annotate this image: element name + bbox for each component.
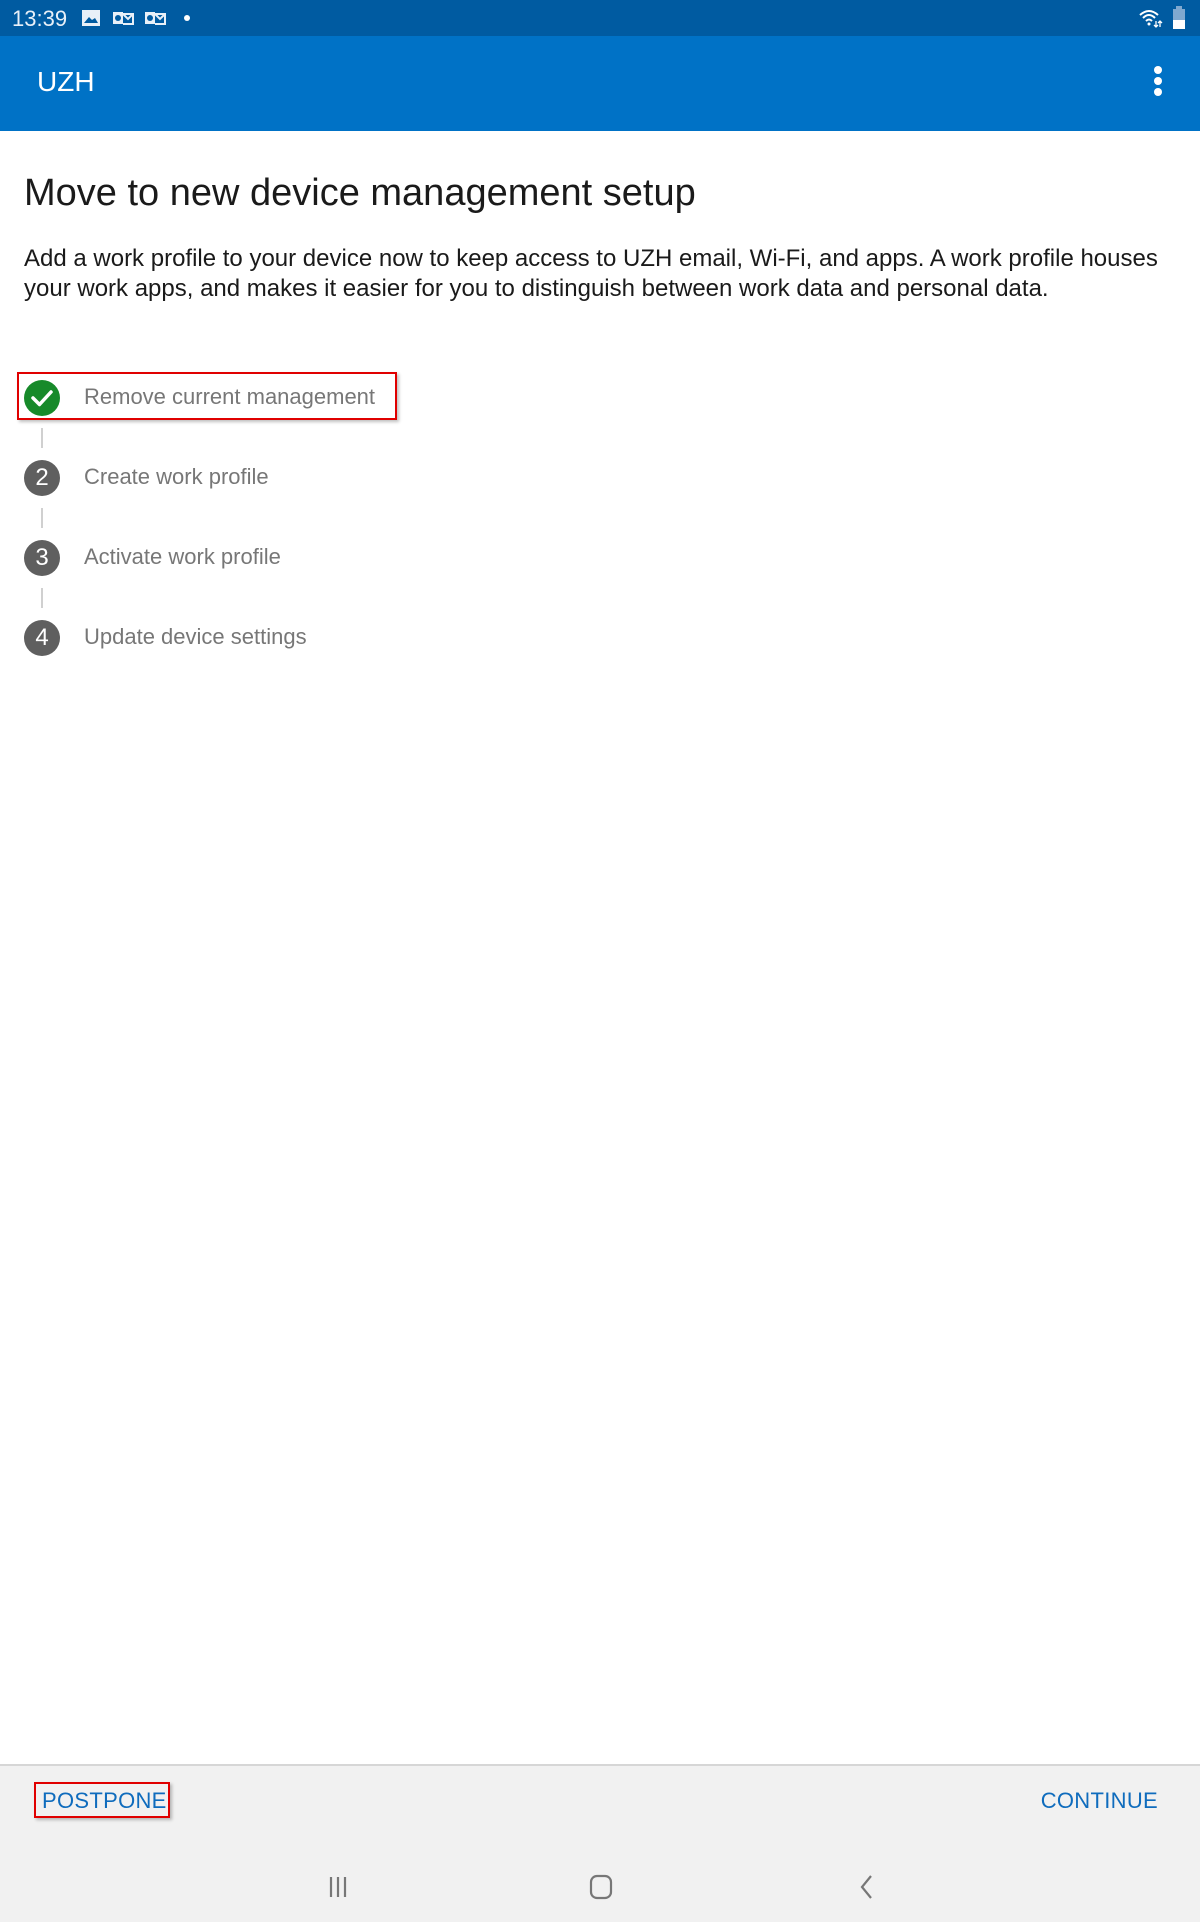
postpone-button[interactable]: POSTPONE — [42, 1788, 167, 1814]
step-number-badge: 3 — [24, 540, 60, 576]
step-connector — [41, 588, 43, 608]
outlook-icon — [145, 12, 166, 25]
recents-icon[interactable] — [318, 1872, 358, 1902]
app-bar: UZH — [0, 36, 1200, 131]
continue-button[interactable]: CONTINUE — [1041, 1788, 1158, 1814]
app-title: UZH — [37, 66, 95, 97]
system-nav-bar — [0, 1860, 1200, 1920]
back-icon[interactable] — [845, 1872, 885, 1902]
notification-icons — [80, 8, 190, 28]
home-icon[interactable] — [580, 1872, 620, 1902]
more-vertical-icon[interactable] — [1148, 66, 1168, 102]
outlook-icon — [113, 12, 134, 25]
step-connector — [41, 428, 43, 448]
image-icon — [82, 10, 100, 26]
step-label: Remove current management — [84, 384, 376, 409]
system-icons — [1138, 6, 1186, 30]
status-bar: 13:39 — [0, 0, 1200, 36]
page-title: Move to new device management setup — [24, 172, 696, 214]
status-time: 13:39 — [12, 6, 68, 31]
step-number-badge: 4 — [24, 620, 60, 656]
checkmark-icon — [24, 380, 60, 416]
wifi-icon — [1139, 10, 1163, 28]
battery-icon — [1173, 6, 1185, 29]
step-label: Activate work profile — [84, 544, 281, 569]
notification-dot — [184, 15, 190, 21]
step-label: Update device settings — [84, 624, 307, 649]
step-label: Create work profile — [84, 464, 269, 489]
step-number-badge: 2 — [24, 460, 60, 496]
page-description: Add a work profile to your device now to… — [24, 245, 1158, 302]
step-connector — [41, 508, 43, 528]
